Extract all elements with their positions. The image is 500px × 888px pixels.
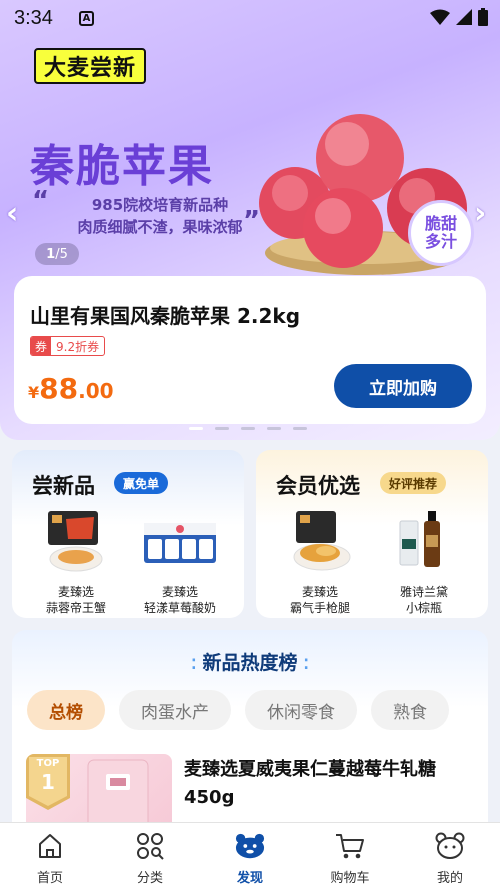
price-integer: 88 [39, 372, 79, 405]
profile-bear-icon [435, 831, 465, 861]
status-bar: 3:34 A [0, 0, 500, 36]
new-product-brand-2: 麦臻选 [161, 585, 198, 599]
feature-badge: 脆甜 多汁 [408, 200, 474, 266]
tab-snacks[interactable]: 休闲零食 [245, 690, 357, 730]
page-total: /5 [55, 246, 68, 262]
tab-profile[interactable]: 我的 [400, 823, 500, 888]
carousel-page-indicator: 1 /5 [35, 243, 79, 265]
tab-category[interactable]: 分类 [100, 823, 200, 888]
tab-profile-label: 我的 [436, 871, 463, 886]
member-product-brand-1: 麦臻选 [301, 585, 338, 599]
member-product-item[interactable]: 麦臻选 霸气手枪腿 [270, 506, 370, 616]
new-product-name-1: 蒜蓉帝王蟹 [45, 601, 106, 615]
home-icon [35, 831, 65, 861]
price-currency: ¥ [28, 383, 40, 402]
status-time: 3:34 [14, 6, 53, 29]
tab-discover-label: 发现 [236, 871, 263, 886]
new-products-title: 尝新品 [32, 474, 95, 498]
tab-discover[interactable]: 发现 [200, 823, 300, 888]
cart-icon [335, 831, 365, 861]
brand-tag: 大麦尝新 [34, 48, 147, 84]
sparkle-left-icon: ⁚ [191, 657, 197, 673]
tab-cart-label: 购物车 [330, 871, 370, 886]
yogurt-product-image [140, 506, 220, 576]
add-to-cart-button[interactable]: 立即加购 [334, 364, 472, 408]
member-product-item[interactable]: 雅诗兰黛 小棕瓶 [374, 506, 474, 616]
carousel-dot[interactable] [215, 427, 229, 430]
member-picks-title: 会员优选 [276, 474, 360, 498]
signal-icon [456, 9, 472, 25]
new-product-brand-1: 麦臻选 [57, 585, 94, 599]
top-badge-number: 1 [41, 770, 55, 794]
tab-cart[interactable]: 购物车 [300, 823, 400, 888]
new-product-item[interactable]: 麦臻选 轻漾草莓酸奶 [130, 506, 230, 616]
hero-banner[interactable]: 3:34 A 大麦尝新 秦脆苹果 “ 985院校培育新品种 肉质细腻不渣，果味浓… [0, 0, 500, 440]
top-badge-label: TOP [36, 758, 60, 769]
coupon-text: 9.2折券 [56, 339, 100, 354]
serum-product-image [384, 506, 464, 576]
member-product-name-2: 小棕瓶 [405, 601, 442, 615]
tab-home[interactable]: 首页 [0, 823, 100, 888]
carousel-prev-icon[interactable]: ‹ [6, 196, 18, 231]
wifi-icon [430, 9, 450, 25]
badge-line2: 多汁 [424, 232, 457, 251]
crab-product-image [36, 506, 116, 576]
bottom-tab-bar: 首页 分类 发现 购物车 我的 [0, 822, 500, 888]
ranking-item-name[interactable]: 麦臻选夏威夷果仁蔓越莓牛轧糖450g [184, 756, 484, 812]
badge-line1: 脆甜 [424, 214, 457, 233]
discover-bear-icon [235, 831, 265, 861]
page-current: 1 [46, 246, 56, 262]
new-product-name-2: 轻漾草莓酸奶 [143, 601, 216, 615]
carousel-dot[interactable] [267, 427, 281, 430]
tab-category-label: 分类 [136, 871, 163, 886]
member-picks-card[interactable]: 会员优选 好评推荐 麦臻选 霸气手枪腿 雅诗兰黛 小棕瓶 [256, 450, 488, 618]
carousel-dot[interactable] [189, 427, 203, 430]
category-icon [135, 831, 165, 861]
status-icons [430, 8, 488, 26]
accessibility-icon: A [78, 10, 94, 26]
member-product-brand-2: 雅诗兰黛 [399, 585, 448, 599]
coupon-tag: 券 [31, 337, 52, 355]
new-products-tag: 赢免单 [114, 472, 169, 494]
tab-home-label: 首页 [36, 871, 63, 886]
tab-deli[interactable]: 熟食 [371, 690, 449, 730]
hero-subtitle-line1: 985院校培育新品种 [91, 196, 229, 214]
member-product-name-1: 霸气手枪腿 [289, 601, 350, 615]
quote-open-icon: “ [32, 186, 50, 216]
hero-title: 秦脆苹果 [30, 141, 214, 192]
tab-meat-egg-seafood[interactable]: 肉蛋水产 [119, 690, 231, 730]
tab-all[interactable]: 总榜 [27, 690, 105, 730]
coupon-badge: 券 9.2折券 [30, 336, 106, 356]
member-picks-tag: 好评推荐 [380, 472, 447, 494]
carousel-dot[interactable] [241, 427, 255, 430]
chicken-leg-product-image [280, 506, 360, 576]
hero-subtitle: 985院校培育新品种 肉质细腻不渣，果味浓郁 [60, 194, 260, 238]
product-name: 山里有果国风秦脆苹果 2.2kg [30, 304, 301, 328]
new-products-card[interactable]: 尝新品 赢免单 麦臻选 蒜蓉帝王蟹 麦臻选 轻漾草莓酸奶 [12, 450, 244, 618]
battery-icon [478, 8, 488, 26]
carousel-dot[interactable] [293, 427, 307, 430]
sparkle-right-icon: ⁚ [303, 657, 309, 673]
hero-subtitle-line2: 肉质细腻不渣，果味浓郁 [77, 218, 243, 236]
product-price: ¥ 88 .00 [28, 372, 114, 405]
new-product-item[interactable]: 麦臻选 蒜蓉帝王蟹 [26, 506, 126, 616]
ranking-title: 新品热度榜 [202, 652, 298, 674]
ranking-category-tabs: 总榜 肉蛋水产 休闲零食 熟食 [27, 690, 449, 730]
featured-product-card[interactable]: 山里有果国风秦脆苹果 2.2kg 券 9.2折券 ¥ 88 .00 立即加购 [14, 276, 486, 424]
ranking-title-row: ⁚ 新品热度榜 ⁚ [12, 648, 488, 675]
price-decimal: .00 [78, 379, 114, 403]
carousel-dots [189, 427, 307, 430]
